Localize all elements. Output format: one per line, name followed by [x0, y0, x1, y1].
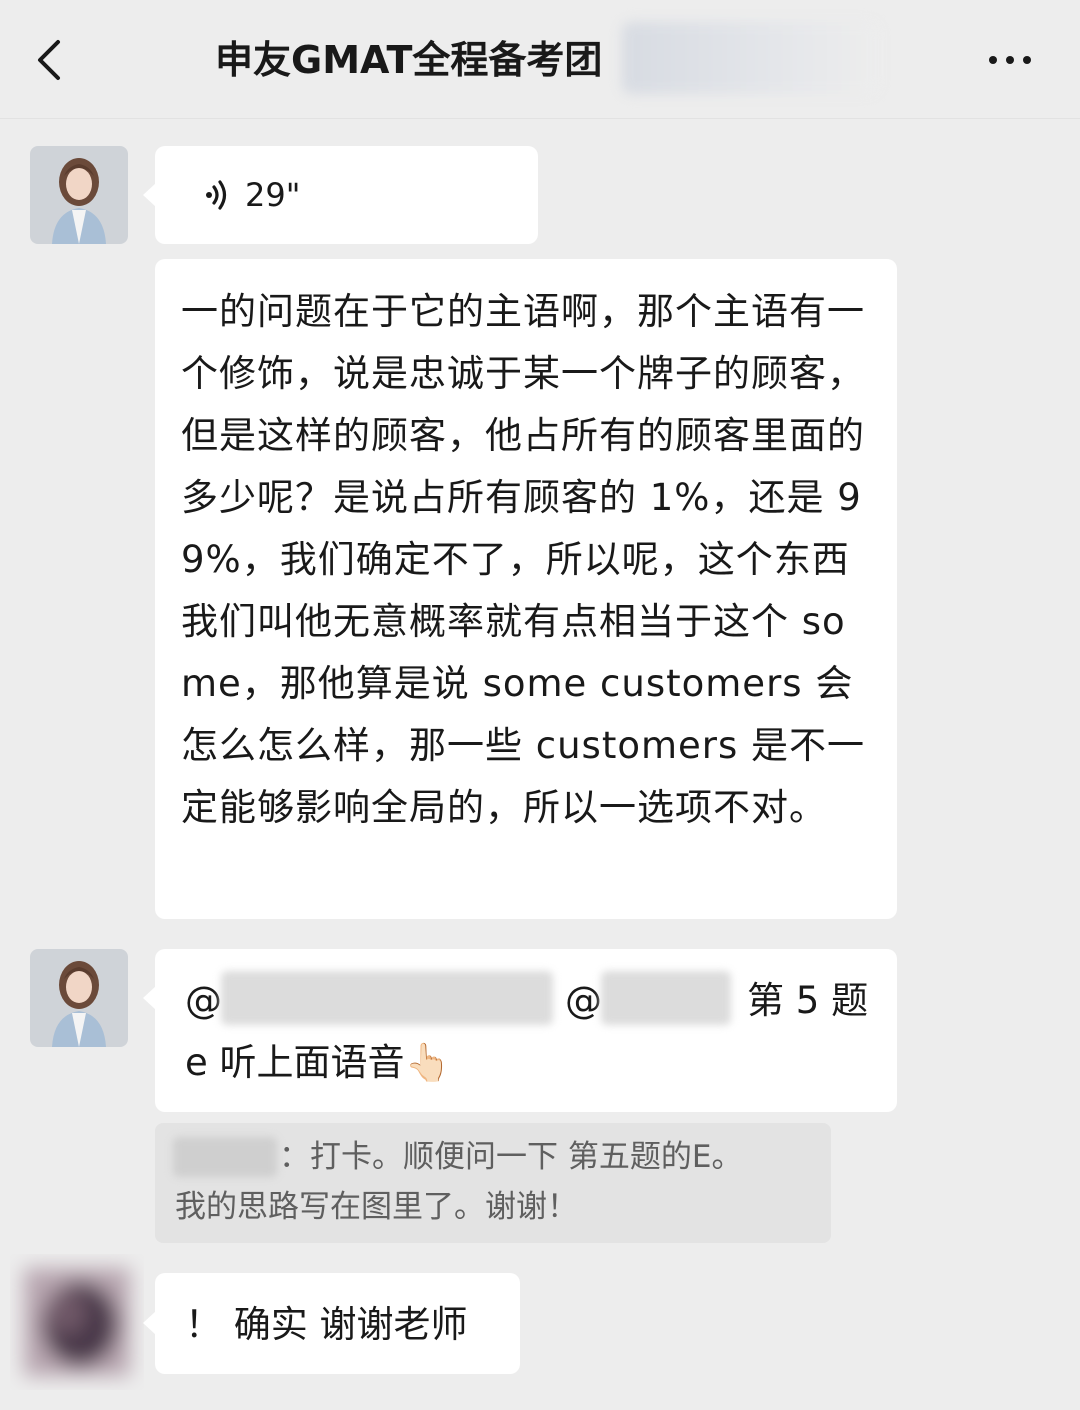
mention-at-symbol: @	[185, 979, 222, 1022]
voice-wave-icon	[206, 180, 227, 210]
quote-line-2: 我的思路写在图里了。谢谢！	[175, 1189, 578, 1225]
redacted-username	[601, 971, 731, 1025]
chevron-left-icon[interactable]	[30, 36, 70, 84]
more-dots-icon[interactable]	[985, 50, 1035, 70]
pointing-up-emoji: 👆🏻	[404, 1041, 451, 1084]
voice-duration: 29"	[245, 176, 301, 214]
question-reference: 第 5 题	[747, 979, 869, 1022]
mention-at-symbol: @	[565, 979, 602, 1022]
voice-transcript-bubble: 一的问题在于它的主语啊，那个主语有一个修饰，说是忠诚于某一个牌子的顾客，但是这样…	[155, 259, 897, 919]
chat-header: 申友GMAT全程备考团	[0, 0, 1080, 119]
transcript-text: 一的问题在于它的主语啊，那个主语有一个修饰，说是忠诚于某一个牌子的顾客，但是这样…	[181, 290, 866, 829]
redacted-username	[221, 971, 553, 1025]
reply-text: ！ 确实 谢谢老师	[185, 1303, 468, 1346]
avatar[interactable]	[10, 1254, 144, 1390]
mention-line-2: e 听上面语音👆🏻	[185, 1035, 451, 1091]
avatar[interactable]	[30, 949, 128, 1047]
chat-title: 申友GMAT全程备考团	[215, 38, 603, 82]
avatar[interactable]	[30, 146, 128, 244]
voice-message-bubble[interactable]: 29"	[143, 146, 538, 244]
mention-instruction: e 听上面语音	[185, 1041, 405, 1084]
mention-message-bubble[interactable]: @ @ 第 5 题 e 听上面语音👆🏻	[143, 949, 897, 1112]
reply-message-bubble[interactable]: ！ 确实 谢谢老师	[143, 1273, 520, 1374]
quoted-message[interactable]: ：打卡。顺便问一下 第五题的E。 我的思路写在图里了。谢谢！	[155, 1123, 831, 1243]
quote-line-1: ：打卡。顺便问一下 第五题的E。	[279, 1139, 743, 1175]
redacted-title-suffix	[622, 22, 878, 94]
redacted-username	[173, 1137, 277, 1177]
